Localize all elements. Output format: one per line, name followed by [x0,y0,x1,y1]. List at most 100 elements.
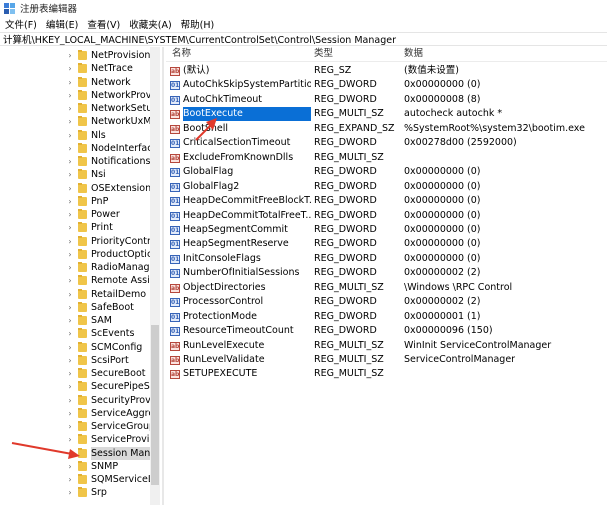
expand-chevron-icon[interactable]: › [66,235,74,248]
expand-chevron-icon[interactable]: › [66,129,74,142]
expand-chevron-icon[interactable]: › [66,473,74,486]
value-row[interactable]: ab RunLevelExecute REG_MULTI_SZ WinInit Ser… [166,339,607,353]
expand-chevron-icon[interactable]: › [66,195,74,208]
tree-item[interactable]: › SecurityProvi [0,394,151,407]
tree-item[interactable]: › Power [0,208,150,221]
value-row[interactable]: 01 AutoChkTimeout REG_DWORD 0x00000008 (8) [166,93,607,107]
expand-chevron-icon[interactable]: › [66,49,74,62]
tree-item[interactable]: › ScsiPort [0,354,150,367]
tree-item[interactable]: › SQMServiceL [0,473,151,486]
value-row[interactable]: ab ExcludeFromKnownDlls REG_MULTI_SZ [166,151,607,165]
expand-chevron-icon[interactable]: › [66,102,74,115]
menu-item-1[interactable]: 编辑(E) [41,17,82,31]
tree-item[interactable]: › NetworkProv [0,89,151,102]
expand-chevron-icon[interactable]: › [66,274,74,287]
tree-item[interactable]: › ProductOptic [0,248,151,261]
tree-item[interactable]: › Notifications [0,155,150,168]
menu-item-3[interactable]: 收藏夹(A) [124,17,175,31]
expand-chevron-icon[interactable]: › [66,62,74,75]
expand-chevron-icon[interactable]: › [66,288,74,301]
expand-chevron-icon[interactable]: › [66,168,74,181]
tree-item[interactable]: › SecureBoot [0,367,150,380]
expand-chevron-icon[interactable]: › [66,460,74,473]
expand-chevron-icon[interactable]: › [66,407,74,420]
value-row[interactable]: 01 GlobalFlag REG_DWORD 0x00000000 (0) [166,165,607,179]
menu-item-0[interactable]: 文件(F) [0,17,41,31]
expand-chevron-icon[interactable]: › [66,142,74,155]
expand-chevron-icon[interactable]: › [66,89,74,102]
tree-item[interactable]: › NetProvision [0,49,150,62]
expand-chevron-icon[interactable]: › [66,394,74,407]
tree-item[interactable]: › NetworkSetu [0,102,151,115]
key-tree[interactable]: › NetProvision › NetTrace › Network › NetworkPr… [0,47,162,505]
tree-item[interactable]: › Session Mana [0,446,151,460]
expand-chevron-icon[interactable]: › [66,327,74,340]
values-list[interactable]: 名称 类型 数据 ab (默认) REG_SZ (数值未设置) 01 AutoChkSki… [166,47,607,505]
menu-item-4[interactable]: 帮助(H) [176,17,219,31]
tree-item[interactable]: › SNMP [0,460,150,473]
tree-item[interactable]: › Nsi [0,168,150,181]
expand-chevron-icon[interactable]: › [66,261,74,274]
value-row[interactable]: ab BootShell REG_EXPAND_SZ %SystemRoot%\sys… [166,122,607,136]
value-row[interactable]: ab ObjectDirectories REG_MULTI_SZ \Windows … [166,281,607,295]
expand-chevron-icon[interactable]: › [66,76,74,89]
address-bar[interactable]: 计算机\HKEY_LOCAL_MACHINE\SYSTEM\CurrentCon… [0,32,607,46]
value-row[interactable]: 01 HeapDeCommitTotalFreeT... REG_DWORD 0x00… [166,209,607,223]
tree-item[interactable]: › SafeBoot [0,301,150,314]
value-row[interactable]: 01 ProcessorControl REG_DWORD 0x00000002 (2… [166,295,607,309]
pane-splitter[interactable] [162,47,164,505]
expand-chevron-icon[interactable]: › [66,354,74,367]
tree-item[interactable]: › PriorityContr [0,235,151,248]
value-row[interactable]: 01 GlobalFlag2 REG_DWORD 0x00000000 (0) [166,180,607,194]
expand-chevron-icon[interactable]: › [66,155,74,168]
expand-chevron-icon[interactable]: › [66,314,74,327]
value-row[interactable]: ab RunLevelValidate REG_MULTI_SZ ServiceCon… [166,353,607,367]
tree-item[interactable]: › ScEvents [0,327,150,340]
expand-chevron-icon[interactable]: › [66,380,74,393]
tree-item[interactable]: › Network [0,76,150,89]
expand-chevron-icon[interactable]: › [66,447,74,460]
expand-chevron-icon[interactable]: › [66,115,74,128]
value-row[interactable]: ab BootExecute REG_MULTI_SZ autocheck autoc… [166,107,607,122]
column-header-type[interactable]: 类型 [314,47,333,61]
tree-item[interactable]: › RadioManage [0,261,151,274]
menu-item-2[interactable]: 查看(V) [82,17,124,31]
expand-chevron-icon[interactable]: › [66,341,74,354]
expand-chevron-icon[interactable]: › [66,433,74,446]
value-row[interactable]: 01 NumberOfInitialSessions REG_DWORD 0x0000… [166,266,607,280]
value-row[interactable]: 01 HeapDeCommitFreeBlockT... REG_DWORD 0x00… [166,194,607,208]
expand-chevron-icon[interactable]: › [66,301,74,314]
tree-item[interactable]: › Remote Assis [0,274,151,287]
value-row[interactable]: 01 AutoChkSkipSystemPartition REG_DWORD 0x0… [166,78,607,92]
value-row[interactable]: 01 HeapSegmentReserve REG_DWORD 0x00000000 … [166,237,607,251]
tree-item[interactable]: › Nls [0,129,150,142]
column-header-name[interactable]: 名称 [172,47,191,61]
tree-item[interactable]: › Print [0,221,150,234]
tree-item[interactable]: › SAM [0,314,150,327]
tree-scrollbar-thumb[interactable] [151,325,159,485]
tree-item[interactable]: › ServiceProvic [0,433,151,446]
expand-chevron-icon[interactable]: › [66,182,74,195]
value-row[interactable]: 01 ProtectionMode REG_DWORD 0x00000001 (1) [166,310,607,324]
expand-chevron-icon[interactable]: › [66,248,74,261]
value-row[interactable]: 01 CriticalSectionTimeout REG_DWORD 0x00278… [166,136,607,150]
value-row[interactable]: 01 HeapSegmentCommit REG_DWORD 0x00000000 (… [166,223,607,237]
tree-item[interactable]: › ServiceAggre [0,407,151,420]
expand-chevron-icon[interactable]: › [66,208,74,221]
tree-item[interactable]: › Srp [0,486,150,499]
value-row[interactable]: 01 ResourceTimeoutCount REG_DWORD 0x0000009… [166,324,607,338]
tree-item[interactable]: › NetTrace [0,62,150,75]
expand-chevron-icon[interactable]: › [66,486,74,499]
tree-item[interactable]: › NodeInterfac [0,142,151,155]
column-header-data[interactable]: 数据 [404,47,423,61]
expand-chevron-icon[interactable]: › [66,221,74,234]
value-row[interactable]: 01 InitConsoleFlags REG_DWORD 0x00000000 (0… [166,252,607,266]
value-row[interactable]: ab SETUPEXECUTE REG_MULTI_SZ [166,367,607,381]
value-row[interactable]: ab (默认) REG_SZ (数值未设置) [166,64,607,78]
tree-item[interactable]: › SecurePipeSe [0,380,151,393]
tree-item[interactable]: › OSExtensionD [0,182,151,195]
tree-item[interactable]: › PnP [0,195,150,208]
tree-item[interactable]: › ServiceGroup [0,420,151,433]
expand-chevron-icon[interactable]: › [66,367,74,380]
expand-chevron-icon[interactable]: › [66,420,74,433]
